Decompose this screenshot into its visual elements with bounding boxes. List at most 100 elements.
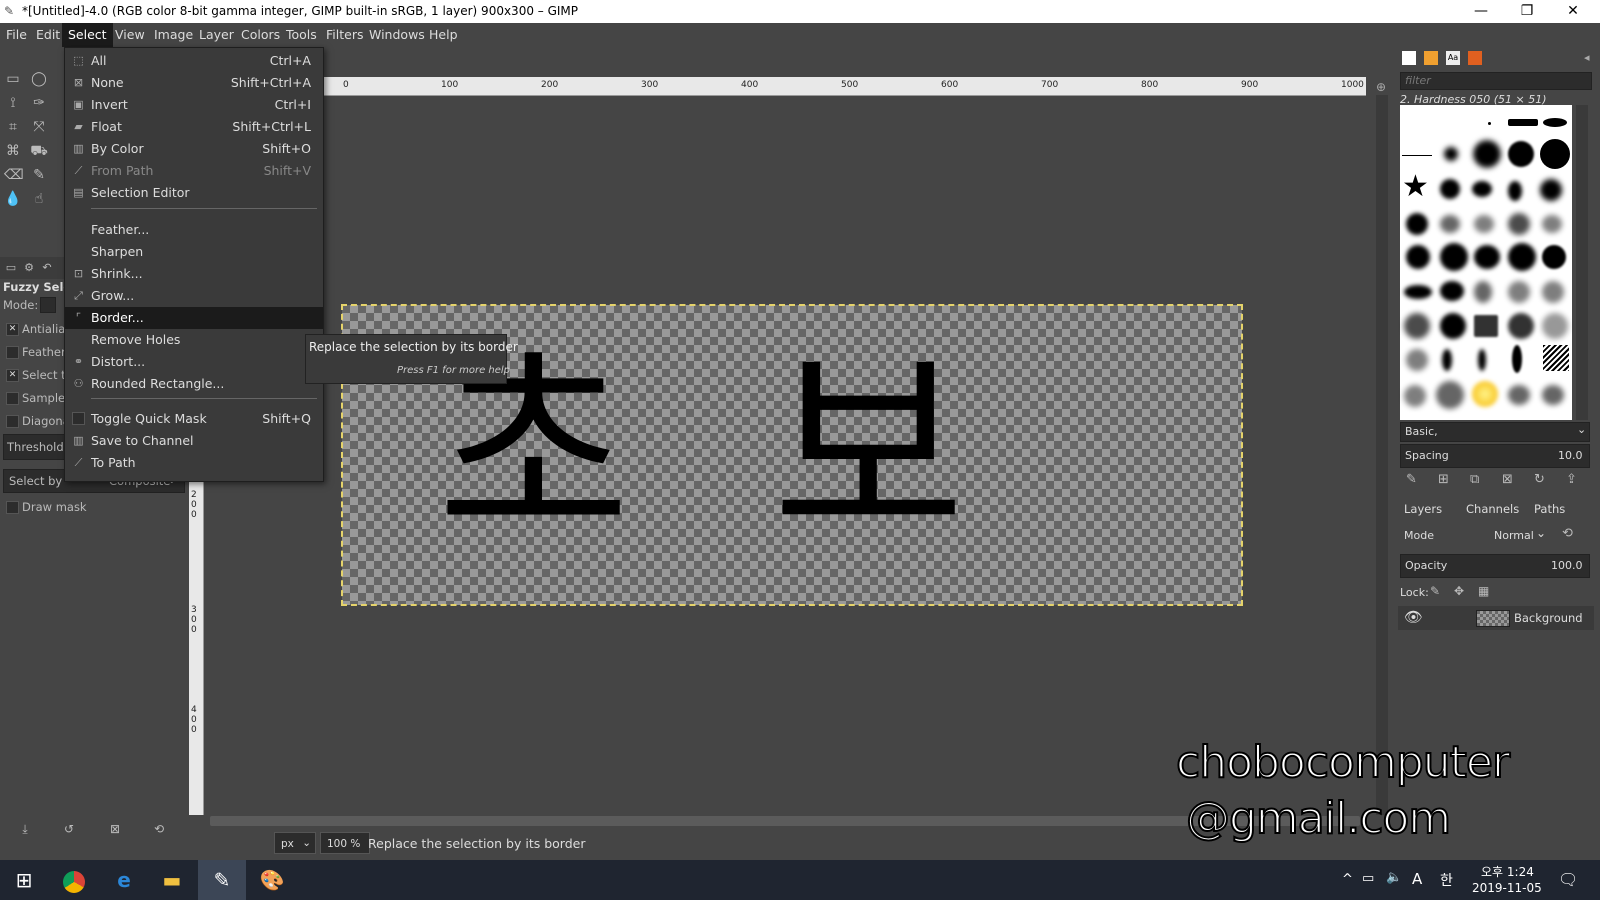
brush-item[interactable] (1406, 213, 1428, 235)
tab-layers[interactable]: Layers (1404, 502, 1442, 516)
save-options-icon[interactable]: ⤓ (16, 820, 34, 838)
brush-filter-input[interactable]: filter (1400, 72, 1592, 90)
brush-item[interactable] (1440, 179, 1460, 199)
language-indicator[interactable]: 한 (1440, 870, 1453, 890)
menu-item-invert[interactable]: ▣ Invert Ctrl+I (65, 94, 323, 116)
brush-item[interactable] (1402, 155, 1432, 156)
brush-item[interactable] (1440, 313, 1466, 339)
brush-item[interactable] (1440, 281, 1464, 301)
brush-scrollbar[interactable] (1576, 105, 1588, 420)
star-brush-icon[interactable]: ★ (1402, 167, 1429, 207)
menu-item-sharpen[interactable]: Sharpen (65, 241, 323, 263)
menu-select[interactable]: Select (62, 23, 113, 47)
notifications-icon[interactable]: 🗨 (1558, 870, 1578, 889)
brush-item[interactable] (1488, 122, 1491, 125)
volume-icon[interactable]: 🔈 (1386, 870, 1402, 885)
horizontal-ruler[interactable]: 0 100 200 300 400 500 600 700 800 900 10… (203, 77, 1366, 96)
brush-item[interactable] (1543, 345, 1569, 371)
restore-options-icon[interactable]: ↺ (60, 820, 78, 838)
brush-item[interactable] (1474, 245, 1500, 269)
brush-item[interactable] (1508, 181, 1522, 201)
brush-item[interactable] (1440, 243, 1468, 271)
color-picker-icon[interactable]: ✑ (30, 94, 48, 112)
menu-item-all[interactable]: ⬚ All Ctrl+A (65, 50, 323, 72)
brush-item[interactable] (1508, 385, 1530, 405)
brush-item[interactable] (1472, 181, 1492, 197)
new-brush-icon[interactable]: ⊞ (1438, 472, 1449, 487)
threshold-slider[interactable]: Threshold (3, 434, 65, 460)
transform-icon[interactable]: ⤧ (30, 118, 48, 136)
clock-date[interactable]: 2019-11-05 (1472, 881, 1542, 895)
lock-position-icon[interactable]: ✥ (1454, 584, 1464, 598)
brush-item[interactable] (1406, 245, 1430, 269)
menu-item-none[interactable]: ⊠ None Shift+Ctrl+A (65, 72, 323, 94)
menu-file[interactable]: File (0, 23, 33, 47)
file-explorer-icon[interactable]: ▬ (148, 860, 196, 900)
brush-item[interactable] (1444, 147, 1458, 161)
menu-item-remove-holes[interactable]: Remove Holes (65, 329, 323, 351)
bucket-fill-icon[interactable]: ⛟ (30, 142, 48, 160)
fonts-tab-icon[interactable]: Aa (1446, 51, 1460, 65)
minimize-button[interactable]: — (1458, 0, 1504, 23)
smudge-icon[interactable]: ☝ (30, 190, 48, 208)
edit-brush-icon[interactable]: ✎ (1406, 472, 1417, 487)
spacing-slider[interactable]: Spacing 10.0 (1400, 444, 1590, 468)
menu-help[interactable]: Help (423, 23, 464, 47)
clock-time[interactable]: 오후 1:24 (1481, 863, 1534, 880)
refresh-brushes-icon[interactable]: ↻ (1534, 472, 1545, 487)
menu-item-float[interactable]: ▰ Float Shift+Ctrl+L (65, 116, 323, 138)
mode-replace-button[interactable] (40, 297, 56, 313)
chevron-up-icon[interactable]: ^ (1342, 872, 1353, 887)
reset-options-icon[interactable]: ⟲ (150, 820, 168, 838)
layer-mode-dropdown[interactable]: Mode Normal ⌄ (1400, 526, 1560, 546)
menu-edit[interactable]: Edit (30, 23, 66, 47)
menu-tools[interactable]: Tools (280, 23, 323, 47)
brush-item[interactable] (1508, 243, 1536, 271)
menu-item-feather[interactable]: Feather... (65, 219, 323, 241)
brush-item[interactable] (1472, 381, 1498, 407)
paintbrush-icon[interactable]: ✎ (30, 166, 48, 184)
tool-options-tab-icon[interactable]: ▭ (2, 259, 20, 277)
layer-row[interactable]: 👁 Background (1398, 606, 1594, 630)
brush-preset-dropdown[interactable]: Basic, ⌄ (1400, 422, 1590, 442)
brush-item[interactable] (1512, 345, 1522, 373)
brush-item[interactable] (1442, 349, 1452, 371)
rect-select-icon[interactable]: ▭ (4, 70, 22, 88)
lock-alpha-icon[interactable]: ▦ (1478, 584, 1489, 598)
menu-windows[interactable]: Windows (363, 23, 431, 47)
brush-item[interactable] (1542, 313, 1568, 339)
duplicate-brush-icon[interactable]: ⧉ (1470, 472, 1479, 487)
undo-history-tab-icon[interactable]: ↶ (38, 259, 56, 277)
brush-item[interactable] (1436, 381, 1464, 409)
brush-item[interactable] (1474, 215, 1494, 233)
vertical-scrollbar[interactable] (1376, 95, 1388, 815)
menu-item-by-color[interactable]: ▥ By Color Shift+O (65, 138, 323, 160)
brush-item[interactable] (1542, 385, 1564, 405)
menu-item-shrink[interactable]: ⊡ Shrink... (65, 263, 323, 285)
brush-item[interactable] (1478, 349, 1486, 371)
brush-item[interactable] (1542, 245, 1566, 269)
brush-item[interactable] (1542, 281, 1564, 303)
feather-checkbox[interactable] (6, 346, 19, 359)
delete-brush-icon[interactable]: ⊠ (1502, 472, 1513, 487)
tab-paths[interactable]: Paths (1534, 502, 1565, 516)
brush-item[interactable] (1474, 281, 1492, 303)
tab-channels[interactable]: Channels (1466, 502, 1519, 516)
delete-options-icon[interactable]: ⊠ (106, 820, 124, 838)
menu-item-distort[interactable]: ⚭ Distort... (65, 351, 323, 373)
draw-mask-checkbox[interactable] (6, 501, 19, 514)
device-status-tab-icon[interactable]: ⚙ (20, 259, 38, 277)
brush-item[interactable] (1508, 213, 1530, 235)
diagonal-checkbox[interactable] (6, 415, 19, 428)
chrome-icon[interactable] (50, 860, 98, 900)
brush-item[interactable] (1508, 313, 1534, 339)
menu-item-save-to-channel[interactable]: ▥ Save to Channel (65, 430, 323, 452)
menu-item-border[interactable]: ⌜ Border... (65, 307, 323, 329)
zoom-dropdown[interactable]: 100 % (320, 832, 370, 854)
ellipse-select-icon[interactable]: ◯ (30, 70, 48, 88)
menu-view[interactable]: View (109, 23, 151, 47)
menu-layer[interactable]: Layer (193, 23, 240, 47)
crop-icon[interactable]: ⌗ (4, 118, 22, 136)
select-transparent-checkbox[interactable]: ✕ (6, 369, 19, 382)
menu-colors[interactable]: Colors (235, 23, 286, 47)
